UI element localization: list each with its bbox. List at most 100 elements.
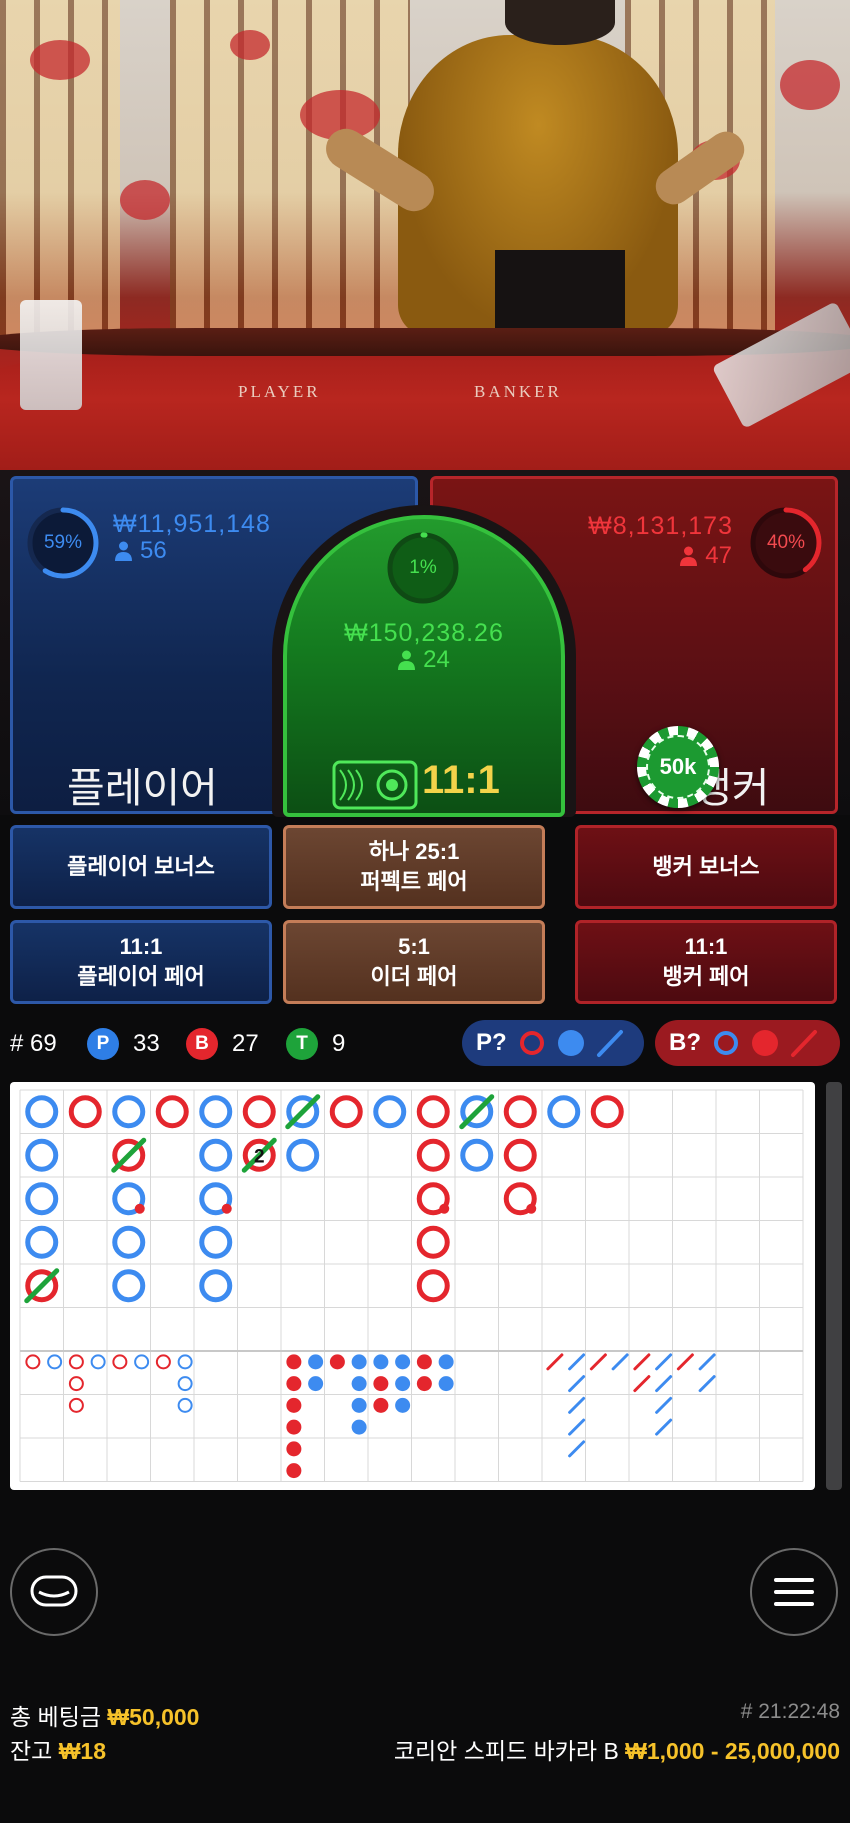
cockroach-slash — [568, 1396, 586, 1414]
big-eye-dot — [395, 1376, 411, 1392]
bead-ring — [199, 1269, 233, 1303]
small-road-ring — [177, 1397, 193, 1413]
small-road-ring — [90, 1354, 106, 1370]
cockroach-slash — [655, 1418, 673, 1436]
big-eye-dot — [351, 1419, 367, 1435]
small-road-ring — [25, 1354, 41, 1370]
player-dot: P — [87, 1028, 119, 1060]
small-road-ring — [47, 1354, 63, 1370]
tie-dot: T — [286, 1028, 318, 1060]
player-pair-button[interactable]: 11:1 플레이어 페어 — [10, 920, 272, 1004]
chip-50k[interactable]: 50k — [637, 726, 719, 808]
small-road-ring — [177, 1354, 193, 1370]
big-eye-dot — [286, 1463, 302, 1479]
user-icon — [398, 650, 416, 670]
table-label-player: PLAYER — [238, 382, 321, 401]
bead-ring — [68, 1095, 102, 1129]
cockroach-slash — [546, 1353, 564, 1371]
bead-ring — [25, 1095, 59, 1129]
small-road-dot-icon — [752, 1030, 778, 1056]
menu-button[interactable] — [750, 1548, 838, 1636]
live-video-stream: PLAYER BANKER — [0, 0, 850, 480]
bead-ring — [112, 1269, 146, 1303]
banker-wins: B 27 — [186, 1028, 259, 1060]
tie-wins: T 9 — [286, 1028, 345, 1060]
big-eye-dot — [308, 1376, 324, 1392]
player-label: 플레이어 — [67, 765, 218, 811]
banker-dot: B — [186, 1028, 218, 1060]
tie-count-label: 2 — [254, 1146, 265, 1167]
big-eye-dot — [373, 1376, 389, 1392]
bead-ring — [416, 1225, 450, 1259]
card-holder — [20, 300, 82, 410]
big-eye-dot — [416, 1376, 432, 1392]
cockroach-slash — [568, 1375, 586, 1393]
banker-pair-button[interactable]: 11:1 뱅커 페어 — [575, 920, 837, 1004]
cockroach-slash — [568, 1418, 586, 1436]
small-road-ring — [68, 1376, 84, 1392]
clock: # 21:22:48 — [740, 1700, 840, 1723]
bead-ring — [286, 1138, 320, 1172]
banker-count: 47 — [705, 542, 732, 569]
cockroach-slash — [568, 1440, 586, 1458]
big-eye-dot — [416, 1354, 432, 1370]
bead-ring — [547, 1095, 581, 1129]
bead-ring — [199, 1225, 233, 1259]
small-road-ring — [68, 1397, 84, 1413]
banker-ask-button[interactable]: B? — [655, 1020, 840, 1066]
big-eye-dot — [286, 1397, 302, 1413]
player-wins: P 33 — [87, 1028, 160, 1060]
cockroach-slash — [698, 1375, 716, 1393]
pair-dot — [439, 1203, 450, 1214]
big-eye-dot — [438, 1354, 454, 1370]
player-ask-button[interactable]: P? — [462, 1020, 644, 1066]
road-scrollbar[interactable] — [826, 1082, 842, 1490]
table-info: 코리안 스피드 바카라 B ₩1,000 - 25,000,000 — [394, 1732, 840, 1766]
big-eye-dot — [395, 1397, 411, 1413]
bead-ring — [112, 1225, 146, 1259]
bead-ring — [329, 1095, 363, 1129]
big-eye-dot — [351, 1376, 367, 1392]
tie-count: 24 — [423, 646, 450, 673]
big-eye-dot — [351, 1354, 367, 1370]
table-name: 코리안 스피드 바카라 B — [393, 1738, 619, 1764]
small-road-dot-icon — [557, 1030, 584, 1056]
pair-dot — [134, 1203, 145, 1214]
big-eye-dot — [286, 1419, 302, 1435]
pair-dot — [221, 1203, 232, 1214]
bead-ring — [460, 1138, 494, 1172]
banker-bonus-button[interactable]: 뱅커 보너스 — [575, 825, 837, 909]
table-label-banker: BANKER — [474, 382, 562, 401]
player-percent: 59% — [43, 532, 83, 553]
bead-ring — [242, 1095, 276, 1129]
small-road-ring — [112, 1354, 128, 1370]
hamburger-icon — [774, 1578, 814, 1606]
bead-ring — [25, 1138, 59, 1172]
user-icon — [115, 541, 132, 561]
cockroach-slash — [676, 1353, 694, 1371]
bead-ring — [25, 1225, 59, 1259]
banker-percent: 40% — [766, 532, 806, 553]
cockroach-slash — [655, 1396, 673, 1414]
cockroach-slash — [633, 1375, 651, 1393]
chat-button[interactable] — [10, 1548, 98, 1636]
tie-amount: ₩150,238.26 — [344, 619, 504, 647]
table-limits: ₩1,000 - 25,000,000 — [625, 1738, 840, 1764]
big-eye-dot — [351, 1397, 367, 1413]
small-road-ring — [134, 1354, 150, 1370]
perfect-pair-button[interactable]: 하나 25:1 퍼펙트 페어 — [283, 825, 545, 909]
user-icon — [680, 546, 698, 566]
big-eye-dot — [286, 1441, 302, 1457]
bead-ring — [503, 1095, 537, 1129]
either-pair-button[interactable]: 5:1 이더 페어 — [283, 920, 545, 1004]
bead-ring — [416, 1138, 450, 1172]
bead-ring — [590, 1095, 624, 1129]
player-bonus-button[interactable]: 플레이어 보너스 — [10, 825, 272, 909]
cockroach-slash — [568, 1353, 586, 1371]
bead-ring — [112, 1095, 146, 1129]
player-count: 56 — [140, 537, 167, 564]
balance: 잔고 ₩18 — [10, 1738, 107, 1764]
chat-icon — [30, 1575, 78, 1607]
big-road-ring-icon — [714, 1031, 738, 1055]
player-amount: ₩11,951,148 — [113, 510, 271, 538]
